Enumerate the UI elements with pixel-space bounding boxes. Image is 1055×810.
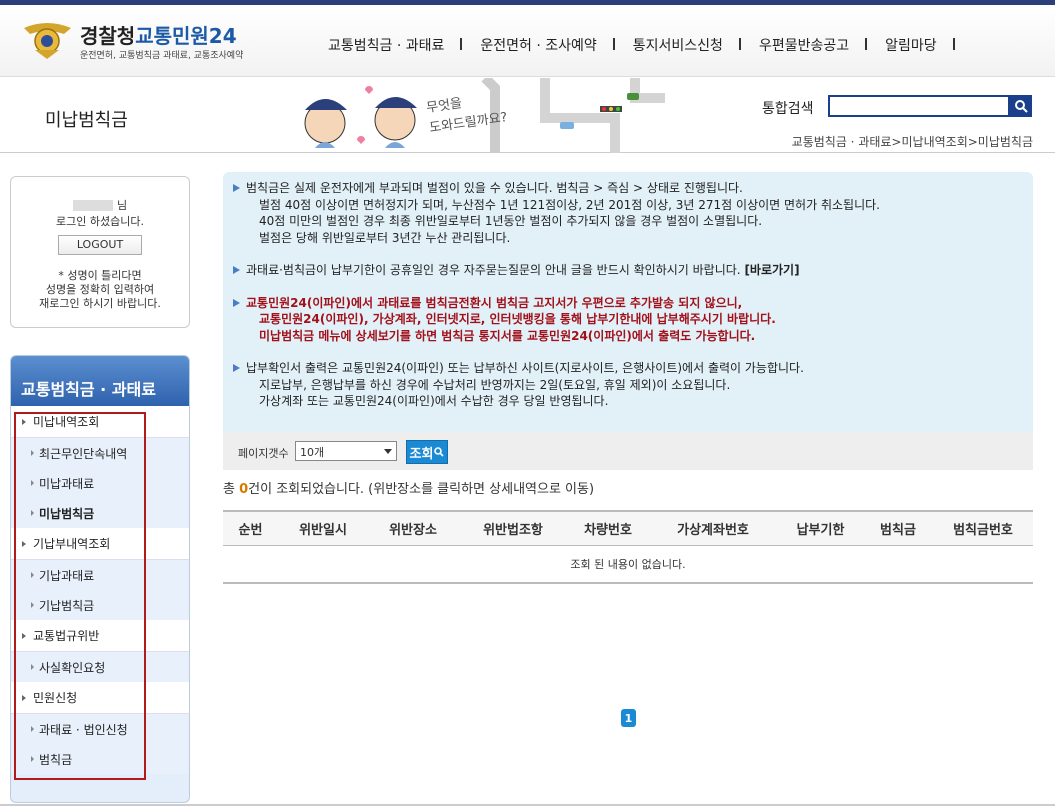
page-size-value: 10개: [300, 446, 325, 459]
gnb-item-license[interactable]: 운전면허 · 조사예약: [462, 35, 616, 55]
col-header: 차량번호: [584, 523, 632, 538]
login-message: 로그인 하셨습니다.: [56, 215, 144, 228]
left-nav: 교통범칙금 · 과태료 미납내역조회 최근무인단속내역 미납과태료 미납범칙금 …: [10, 355, 190, 803]
notice-text: 40점 미만의 벌점인 경우 최종 위반일로부터 1년동안 벌점이 추가되지 않…: [259, 214, 763, 228]
chevron-down-icon: [384, 449, 392, 454]
search-input[interactable]: [828, 95, 1010, 117]
global-nav: 교통범칙금 · 과태료 운전면허 · 조사예약 통지서비스신청 우편물반송공고 …: [310, 35, 955, 55]
logo-subtitle: 운전면허, 교통범칙금 과태료, 교통조사예약: [80, 51, 244, 61]
search-label: 통합검색: [762, 101, 814, 117]
name-suffix: 님: [116, 199, 128, 212]
user-name-line: 님: [11, 197, 189, 213]
site-logo[interactable]: 경찰청교통민원24 운전면허, 교통범칙금 과태료, 교통조사예약: [20, 20, 260, 65]
police-emblem-icon: [24, 23, 71, 59]
search-icon: [1015, 100, 1028, 113]
logo-blue-text: 교통민원24: [135, 24, 237, 48]
col-header: 위반장소: [389, 523, 437, 538]
lnb-item-penalty-request[interactable]: 범칙금: [11, 744, 189, 774]
lnb-item-unpaid-penalty[interactable]: 미납범칙금: [11, 498, 189, 528]
col-header: 가상계좌번호: [677, 523, 749, 538]
empty-table-message: 조회 된 내용이 없습니다.: [223, 546, 1033, 584]
logout-button[interactable]: LOGOUT: [58, 235, 142, 255]
result-suffix: 건이 조회되었습니다. (위반장소를 클릭하면 상세내역으로 이동): [248, 482, 595, 497]
left-nav-list: 미납내역조회 최근무인단속내역 미납과태료 미납범칙금 기납부내역조회 기납과태…: [11, 406, 189, 774]
notice-text: 납부확인서 출력은 교통민원24(이파인) 또는 납부하신 사이트(지로사이트,…: [233, 360, 1033, 377]
lnb-item-paid-fines[interactable]: 기납과태료: [11, 560, 189, 590]
site-header: 경찰청교통민원24 운전면허, 교통범칙금 과태료, 교통조사예약 교통범칙금 …: [0, 5, 1055, 77]
left-nav-title: 교통범칙금 · 과태료: [11, 356, 189, 406]
notice-warning: 교통민원24(이파인), 가상계좌, 인터넷지로, 인터넷뱅킹을 통해 납부기한…: [259, 312, 776, 326]
result-summary: 총 0건이 조회되었습니다. (위반장소를 클릭하면 상세내역으로 이동): [223, 478, 594, 497]
bottom-divider: [0, 804, 1055, 806]
gnb-item-notice[interactable]: 알림마당: [867, 35, 955, 55]
svg-text:무엇을: 무엇을: [425, 96, 463, 116]
col-header: 납부기한: [796, 523, 845, 538]
lnb-item-corporate-request[interactable]: 과태료 · 법인신청: [11, 714, 189, 744]
search-button[interactable]: [1010, 95, 1032, 117]
notice-text: 벌점은 당해 위반일로부터 3년간 누산 관리됩니다.: [259, 230, 511, 245]
notice-holiday: 과태료·범칙금이 납부기한이 공휴일인 경우 자주묻는질문의 안내 글을 반드시…: [233, 262, 1033, 279]
notice-box: 범칙금은 실제 운전자에게 부과되며 벌점이 있을 수 있습니다. 범칙금 > …: [223, 172, 1033, 440]
lnb-item-civil-request[interactable]: 민원신청: [11, 682, 189, 714]
login-note: * 성명이 틀리다면 성명을 정확히 입력하여 재로그인 하시기 바랍니다.: [11, 269, 189, 311]
lnb-item-paid-inquiry[interactable]: 기납부내역조회: [11, 528, 189, 560]
notice-text: 지로납부, 은행납부를 하신 경우에 수납처리 반영까지는 2일(토요일, 휴일…: [259, 377, 731, 392]
notice-warning: 교통민원24(이파인)에서 과태료를 범칙금전환시 범칙금 고지서가 우편으로 …: [233, 295, 1033, 312]
gnb-item-notify[interactable]: 통지서비스신청: [615, 35, 742, 55]
page-size-label: 페이지갯수: [238, 447, 289, 460]
gnb-item-fines[interactable]: 교통범칙금 · 과태료: [310, 35, 463, 55]
inquiry-button-label: 조회: [409, 446, 434, 462]
police-mascot-illustration: 무엇을 도와드릴까요?: [304, 78, 665, 153]
lnb-item-recent-enforcement[interactable]: 최근무인단속내역: [11, 438, 189, 468]
result-prefix: 총: [223, 482, 240, 497]
lnb-item-unpaid-inquiry[interactable]: 미납내역조회: [11, 406, 189, 438]
notice-text: 범칙금은 실제 운전자에게 부과되며 벌점이 있을 수 있습니다. 범칙금 > …: [233, 180, 1033, 197]
page-number-current[interactable]: 1: [621, 709, 636, 727]
table-header: 순번 위반일시 위반장소 위반법조항 차량번호 가상계좌번호 납부기한 범칙금 …: [223, 510, 1033, 546]
notice-text: 벌점 40점 이상이면 면허정지가 되며, 누산점수 1년 121점이상, 2년…: [259, 197, 880, 212]
result-count: 0: [239, 482, 249, 497]
col-header: 범칙금번호: [953, 523, 1013, 538]
lnb-item-paid-penalty[interactable]: 기납범칙금: [11, 590, 189, 620]
logo-main-text: 경찰청: [80, 24, 136, 48]
notice-warning: 미납범칙금 메뉴에 상세보기를 하면 범칙금 통지서를 교통민원24(이파인)에…: [259, 328, 756, 343]
page-size-select[interactable]: 10개: [295, 441, 397, 461]
masked-user-name: [72, 199, 113, 211]
logo-title: 경찰청교통민원24: [80, 20, 237, 49]
login-note-line: 성명을 정확히 입력하여: [45, 283, 155, 296]
lnb-item-traffic-violation[interactable]: 교통법규위반: [11, 620, 189, 652]
page-title: 미납범칙금: [45, 110, 128, 131]
inquiry-button[interactable]: 조회: [406, 440, 448, 464]
breadcrumb: 교통범칙금 · 과태료>미납내역조회>미납범칙금: [791, 135, 1033, 149]
result-table: 순번 위반일시 위반장소 위반법조항 차량번호 가상계좌번호 납부기한 범칙금 …: [223, 510, 1033, 584]
search-icon: [434, 447, 445, 457]
notice-text: 과태료·범칙금이 납부기한이 공휴일인 경우 자주묻는질문의 안내 글을 반드시…: [246, 263, 741, 277]
lnb-item-fact-check[interactable]: 사실확인요청: [11, 652, 189, 682]
sub-header: 미납범칙금 무엇을 도와드릴까요? 통합검색 교통범칙금 · 과태료>미납내역조…: [0, 78, 1055, 153]
login-status-box: 님 로그인 하셨습니다. LOGOUT * 성명이 틀리다면 성명을 정확히 입…: [10, 176, 190, 328]
col-header: 순번: [238, 523, 263, 538]
col-header: 위반일시: [299, 523, 347, 538]
notice-text: 가상계좌 또는 교통민원24(이파인)에서 수납한 경우 당일 반영됩니다.: [259, 394, 609, 408]
login-note-line: 재로그인 하시기 바랍니다.: [39, 297, 161, 310]
filter-bar: 페이지갯수 10개 조회: [223, 432, 1033, 470]
col-header: 위반법조항: [483, 523, 543, 538]
faq-shortcut-link[interactable]: [바로가기]: [744, 263, 799, 277]
lnb-item-unpaid-fines[interactable]: 미납과태료: [11, 468, 189, 498]
col-header: 범칙금: [880, 523, 916, 538]
gnb-item-mail-return[interactable]: 우편물반송공고: [741, 35, 868, 55]
login-note-line: * 성명이 틀리다면: [58, 269, 142, 282]
